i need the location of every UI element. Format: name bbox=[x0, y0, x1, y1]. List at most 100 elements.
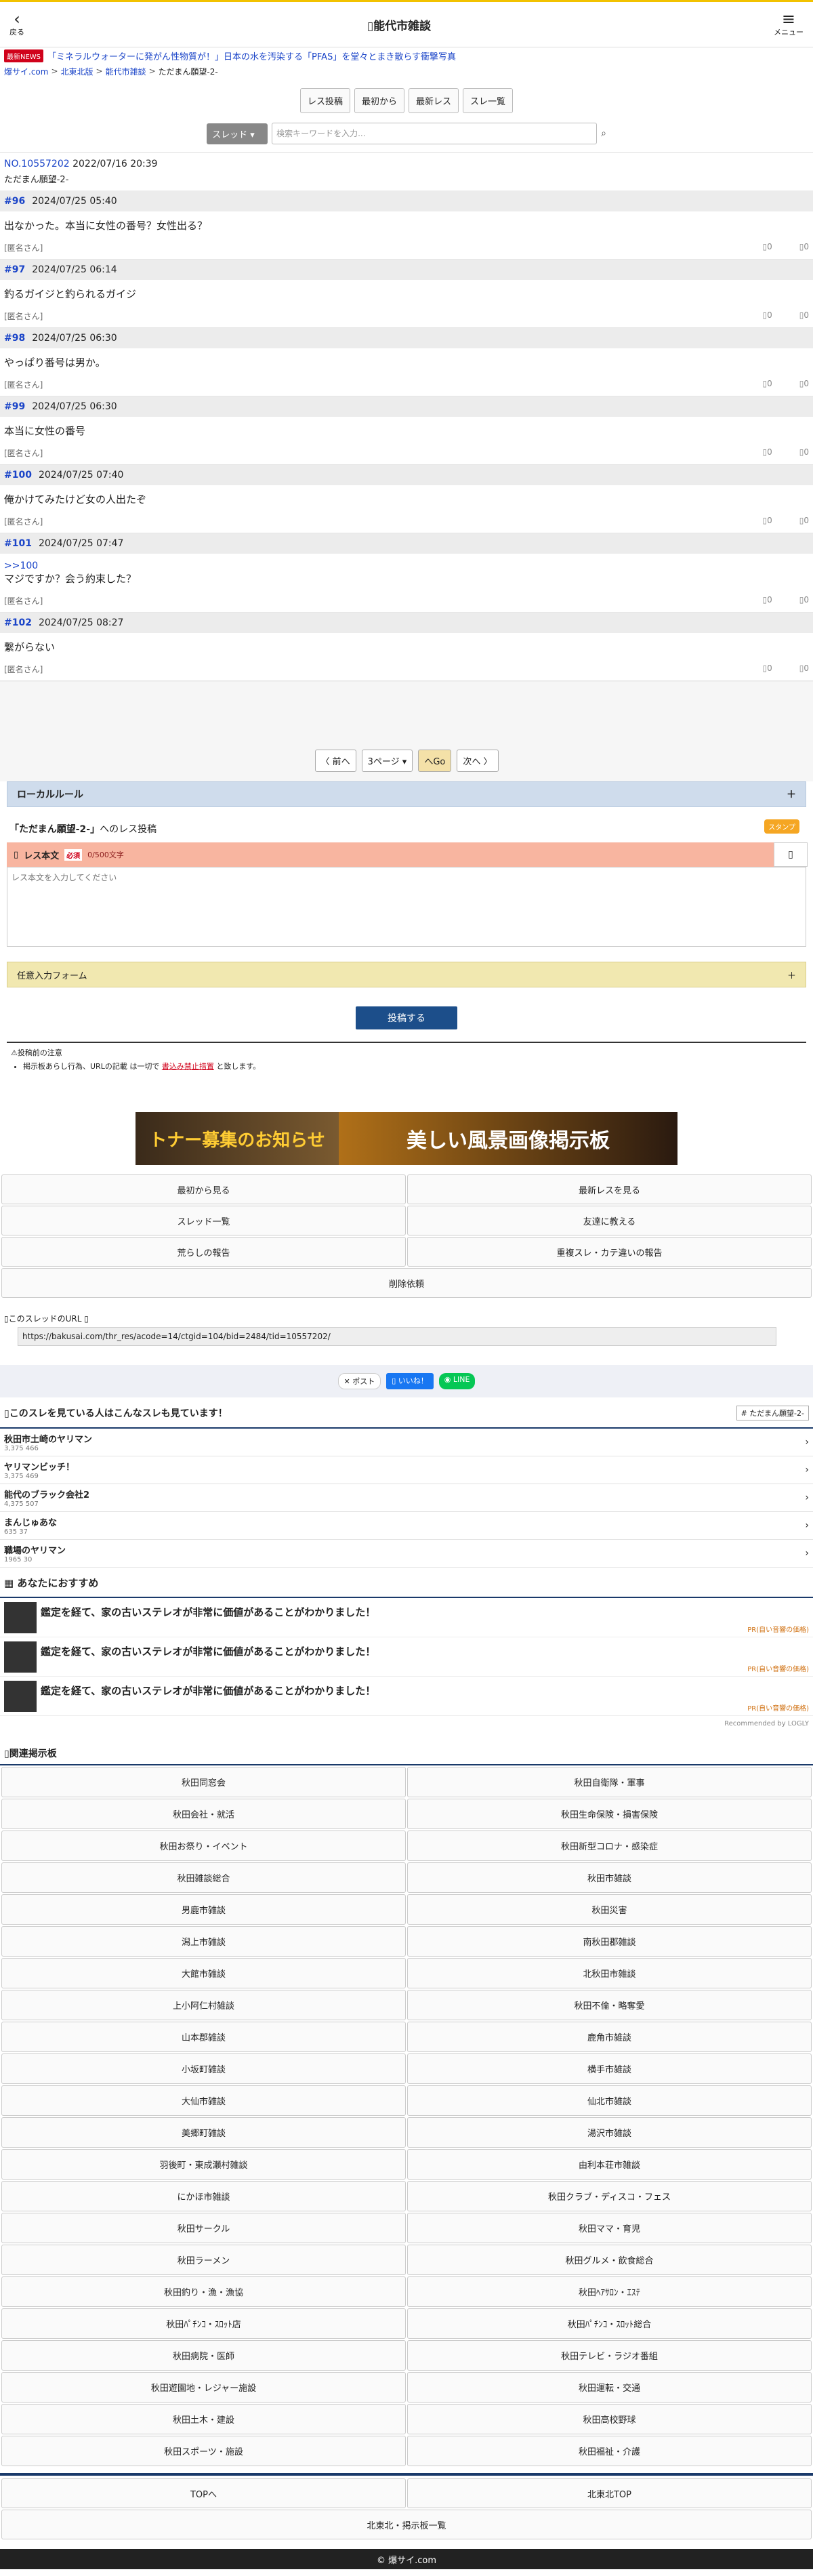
downvote-button[interactable]: ▯0 bbox=[799, 379, 809, 390]
downvote-button[interactable]: ▯0 bbox=[799, 516, 809, 527]
related-board-link[interactable]: 小坂町雑談 bbox=[1, 2053, 406, 2084]
upvote-button[interactable]: ▯0 bbox=[763, 379, 772, 390]
related-thread-item[interactable]: 職場のヤリマン 1965 30 › bbox=[0, 1540, 813, 1568]
post-reply-button[interactable]: レス投稿 bbox=[299, 88, 350, 113]
related-board-link[interactable]: 湯沢市雑談 bbox=[407, 2117, 812, 2148]
facebook-like-button[interactable]: ▯ いいね！ bbox=[386, 1373, 434, 1389]
upvote-button[interactable]: ▯0 bbox=[763, 447, 772, 459]
latest-button[interactable]: 最新レス bbox=[409, 88, 459, 113]
post-number[interactable]: #99 bbox=[4, 401, 25, 412]
related-board-link[interactable]: 秋田災害 bbox=[407, 1894, 812, 1925]
related-board-link[interactable]: 秋田自衛隊・軍事 bbox=[407, 1767, 812, 1797]
downvote-button[interactable]: ▯0 bbox=[799, 447, 809, 459]
recommend-item[interactable]: 鑑定を経て、家の古いステレオが非常に価値があることがわかりました！ PR(自い音響… bbox=[0, 1637, 813, 1677]
related-board-link[interactable]: 山本郡雑談 bbox=[1, 2022, 406, 2052]
thread-list-link[interactable]: スレッド一覧 bbox=[1, 1206, 406, 1235]
related-board-link[interactable]: 秋田雑談総合 bbox=[1, 1862, 406, 1893]
post-number[interactable]: #97 bbox=[4, 264, 25, 275]
search-scope-select[interactable]: スレッド ▾ bbox=[207, 123, 268, 144]
related-board-link[interactable]: 仙北市雑談 bbox=[407, 2085, 812, 2116]
related-board-link[interactable]: 秋田釣り・漁・漁協 bbox=[1, 2276, 406, 2307]
related-board-link[interactable]: 南秋田郡雑談 bbox=[407, 1926, 812, 1957]
recommended-by[interactable]: Recommended by LOGLY bbox=[0, 1716, 813, 1737]
report-spam-button[interactable]: 荒らしの報告 bbox=[1, 1237, 406, 1267]
related-board-link[interactable]: 横手市雑談 bbox=[407, 2053, 812, 2084]
related-board-link[interactable]: 上小阿仁村雑談 bbox=[1, 1990, 406, 2020]
related-board-link[interactable]: 秋田テレビ・ラジオ番組 bbox=[407, 2340, 812, 2371]
downvote-button[interactable]: ▯0 bbox=[799, 310, 809, 322]
related-board-link[interactable]: 秋田不倫・略奪愛 bbox=[407, 1990, 812, 2020]
related-thread-item[interactable]: まんじゅあな 635 37 › bbox=[0, 1512, 813, 1540]
related-board-link[interactable]: 秋田病院・医師 bbox=[1, 2340, 406, 2371]
related-board-link[interactable]: 北秋田市雑談 bbox=[407, 1958, 812, 1988]
upvote-button[interactable]: ▯0 bbox=[763, 310, 772, 322]
related-board-link[interactable]: 秋田お祭り・イベント bbox=[1, 1831, 406, 1861]
downvote-button[interactable]: ▯0 bbox=[799, 663, 809, 675]
submit-button[interactable]: 投稿する bbox=[356, 1006, 457, 1029]
line-share-button[interactable]: ◉ LINE bbox=[438, 1373, 476, 1389]
related-board-link[interactable]: 秋田ﾊﾟﾁﾝｺ・ｽﾛｯﾄ総合 bbox=[407, 2308, 812, 2339]
related-board-link[interactable]: 秋田土木・建設 bbox=[1, 2404, 406, 2434]
recommend-item[interactable]: 鑑定を経て、家の古いステレオが非常に価値があることがわかりました！ PR(自い音響… bbox=[0, 1677, 813, 1716]
reply-textarea[interactable] bbox=[7, 867, 806, 947]
downvote-button[interactable]: ▯0 bbox=[799, 242, 809, 253]
search-icon[interactable]: ⌕ bbox=[601, 128, 606, 139]
related-board-link[interactable]: 羽後町・東成瀬村雑談 bbox=[1, 2149, 406, 2180]
view-from-start-button[interactable]: 最初から見る bbox=[1, 1174, 406, 1204]
hashtag[interactable]: # ただまん願望-2- bbox=[736, 1406, 809, 1420]
related-board-link[interactable]: 秋田生命保険・損害保険 bbox=[407, 1799, 812, 1829]
breadcrumb-region[interactable]: 北東北版 bbox=[61, 66, 93, 77]
back-button[interactable]: ‹ 戻る bbox=[9, 11, 24, 37]
local-rule-toggle[interactable]: ローカルルール＋ bbox=[7, 781, 806, 807]
related-board-link[interactable]: にかほ市雑談 bbox=[1, 2181, 406, 2211]
related-board-link[interactable]: 秋田運転・交通 bbox=[407, 2372, 812, 2403]
from-start-button[interactable]: 最初から bbox=[354, 88, 404, 113]
stamp-picker-icon[interactable]: ▯ bbox=[774, 842, 808, 867]
related-thread-item[interactable]: 秋田市土崎のヤリマン 3,375 466 › bbox=[0, 1429, 813, 1456]
related-board-link[interactable]: 秋田ﾍｱｻﾛﾝ・ｴｽﾃ bbox=[407, 2276, 812, 2307]
report-duplicate-button[interactable]: 重複スレ・カテ違いの報告 bbox=[407, 1237, 812, 1267]
downvote-button[interactable]: ▯0 bbox=[799, 595, 809, 607]
related-board-link[interactable]: 潟上市雑談 bbox=[1, 1926, 406, 1957]
page-select[interactable]: 3ページ ▾ bbox=[361, 750, 413, 772]
related-board-link[interactable]: 秋田同窓会 bbox=[1, 1767, 406, 1797]
related-thread-item[interactable]: ヤリマンビッチ！ 3,375 469 › bbox=[0, 1456, 813, 1484]
top-link[interactable]: TOPへ bbox=[1, 2478, 406, 2508]
related-board-link[interactable]: 秋田ラーメン bbox=[1, 2245, 406, 2275]
related-board-link[interactable]: 秋田遊園地・レジャー施設 bbox=[1, 2372, 406, 2403]
thread-number[interactable]: NO.10557202 bbox=[4, 159, 70, 169]
related-board-link[interactable]: 秋田福祉・介護 bbox=[407, 2436, 812, 2466]
related-board-link[interactable]: 秋田新型コロナ・感染症 bbox=[407, 1831, 812, 1861]
post-number[interactable]: #102 bbox=[4, 617, 32, 628]
related-board-link[interactable]: 秋田会社・就活 bbox=[1, 1799, 406, 1829]
related-board-link[interactable]: 秋田クラブ・ディスコ・フェス bbox=[407, 2181, 812, 2211]
news-text[interactable]: 「ミネラルウォーターに発がん性物質が！」日本の水を汚染する「PFAS」を堂々とま… bbox=[47, 49, 456, 62]
delete-request-button[interactable]: 削除依頼 bbox=[1, 1268, 812, 1298]
stamp-button[interactable]: スタンプ bbox=[764, 819, 799, 834]
related-board-link[interactable]: 秋田ﾊﾟﾁﾝｺ・ｽﾛｯﾄ店 bbox=[1, 2308, 406, 2339]
related-board-link[interactable]: 大館市雑談 bbox=[1, 1958, 406, 1988]
related-board-link[interactable]: 秋田高校野球 bbox=[407, 2404, 812, 2434]
reply-anchor[interactable]: >>100 bbox=[4, 560, 809, 571]
post-number[interactable]: #98 bbox=[4, 333, 25, 344]
upvote-button[interactable]: ▯0 bbox=[763, 595, 772, 607]
related-board-link[interactable]: 由利本荘市雑談 bbox=[407, 2149, 812, 2180]
optional-form-toggle[interactable]: 任意入力フォーム＋ bbox=[7, 962, 806, 987]
related-thread-item[interactable]: 能代のブラック会社2 4,375 507 › bbox=[0, 1484, 813, 1512]
banner-scenery[interactable]: 美しい風景画像掲示板 bbox=[339, 1112, 678, 1165]
related-board-link[interactable]: 秋田グルメ・飲食総合 bbox=[407, 2245, 812, 2275]
prev-page-button[interactable]: 〈 前へ bbox=[314, 750, 356, 772]
view-latest-button[interactable]: 最新レスを見る bbox=[407, 1174, 812, 1204]
related-board-link[interactable]: 秋田サークル bbox=[1, 2213, 406, 2243]
news-ticker[interactable]: 最新NEWS 「ミネラルウォーターに発がん性物質が！」日本の水を汚染する「PFAS… bbox=[0, 47, 813, 64]
search-input[interactable]: 検索キーワードを入力... bbox=[272, 123, 598, 144]
next-page-button[interactable]: 次へ 〉 bbox=[457, 750, 499, 772]
related-board-link[interactable]: 秋田ママ・育児 bbox=[407, 2213, 812, 2243]
related-board-link[interactable]: 美郷町雑談 bbox=[1, 2117, 406, 2148]
post-number[interactable]: #100 bbox=[4, 470, 32, 481]
recommend-item[interactable]: 鑑定を経て、家の古いステレオが非常に価値があることがわかりました！ PR(自い音響… bbox=[0, 1598, 813, 1637]
banner[interactable]: トナー募集のお知らせ 美しい風景画像掲示板 bbox=[0, 1076, 813, 1174]
thread-list-button[interactable]: スレ一覧 bbox=[463, 88, 514, 113]
upvote-button[interactable]: ▯0 bbox=[763, 242, 772, 253]
go-button[interactable]: へGo bbox=[418, 750, 452, 772]
